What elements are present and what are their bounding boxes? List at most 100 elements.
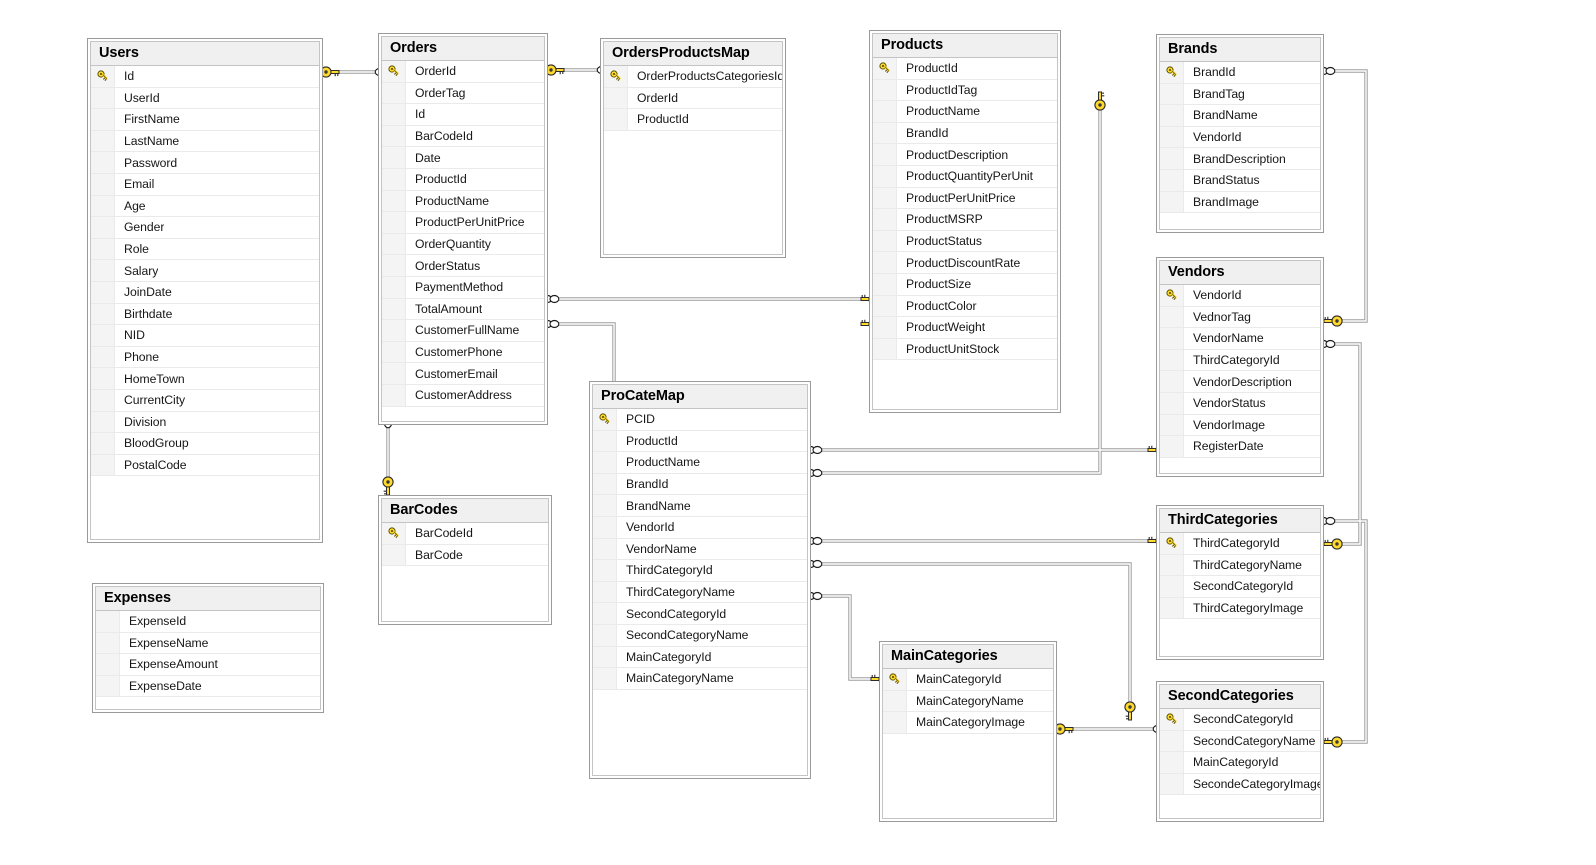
table-title[interactable]: OrdersProductsMap <box>604 42 782 66</box>
field-row[interactable]: BrandDescription <box>1160 148 1320 170</box>
table-title[interactable]: Orders <box>382 37 544 61</box>
field-row[interactable]: ProductName <box>593 452 807 474</box>
field-row[interactable]: ExpenseName <box>96 632 320 655</box>
field-row[interactable]: MainCategoryId <box>1160 752 1320 774</box>
field-row[interactable]: ThirdCategoryName <box>1160 554 1320 577</box>
table-title[interactable]: Vendors <box>1160 261 1320 285</box>
field-row[interactable]: Phone <box>91 346 319 369</box>
field-row[interactable]: ExpenseId <box>96 611 320 633</box>
field-row[interactable]: VendorId <box>1160 126 1320 149</box>
field-row[interactable]: OrderProductsCategoriesId <box>604 66 782 88</box>
table-products[interactable]: Products ProductId ProductIdTag ProductName… <box>869 30 1061 413</box>
table-title[interactable]: ProCateMap <box>593 385 807 409</box>
field-row[interactable]: BrandId <box>1160 62 1320 84</box>
field-row[interactable]: VendorId <box>593 516 807 539</box>
field-row[interactable]: Division <box>91 411 319 434</box>
field-row[interactable]: CurrentCity <box>91 389 319 412</box>
field-row[interactable]: OrderId <box>382 61 544 83</box>
field-row[interactable]: SecondeCategoryImage <box>1160 773 1320 796</box>
table-title[interactable]: Expenses <box>96 587 320 611</box>
field-row[interactable]: PCID <box>593 409 807 431</box>
field-row[interactable]: BrandId <box>593 473 807 496</box>
field-row[interactable]: LastName <box>91 130 319 153</box>
field-row[interactable]: NID <box>91 325 319 347</box>
field-row[interactable]: CustomerFullName <box>382 320 544 342</box>
field-row[interactable]: ExpenseDate <box>96 675 320 698</box>
field-row[interactable]: JoinDate <box>91 281 319 304</box>
table-vendors[interactable]: Vendors VendorId VednorTag VendorName ThirdC… <box>1156 257 1324 477</box>
field-row[interactable]: ProductId <box>604 109 782 131</box>
field-row[interactable]: OrderStatus <box>382 255 544 277</box>
field-row[interactable]: ThirdCategoryName <box>593 581 807 604</box>
table-title[interactable]: BarCodes <box>382 499 548 523</box>
field-row[interactable]: VendorName <box>1160 328 1320 350</box>
field-row[interactable]: ProductName <box>873 101 1057 123</box>
field-row[interactable]: TotalAmount <box>382 298 544 321</box>
field-row[interactable]: Id <box>382 104 544 126</box>
field-row[interactable]: MainCategoryName <box>593 668 807 690</box>
table-title[interactable]: Users <box>91 42 319 66</box>
table-brands[interactable]: Brands BrandId BrandTag BrandName VendorId Br… <box>1156 34 1324 233</box>
database-diagram-canvas[interactable]: Users Id UserId FirstName LastName Password Em… <box>0 0 1596 865</box>
table-title[interactable]: SecondCategories <box>1160 685 1320 709</box>
field-row[interactable]: ProductName <box>382 190 544 213</box>
field-row[interactable]: BrandImage <box>1160 191 1320 214</box>
table-orders[interactable]: Orders OrderId OrderTag Id BarCodeId Date Prod… <box>378 33 548 425</box>
table-expenses[interactable]: Expenses ExpenseId ExpenseName ExpenseAmoun… <box>92 583 324 713</box>
field-row[interactable]: BarCodeId <box>382 125 544 148</box>
field-row[interactable]: CustomerPhone <box>382 341 544 364</box>
field-row[interactable]: BrandId <box>873 122 1057 145</box>
field-row[interactable]: CustomerEmail <box>382 363 544 385</box>
field-row[interactable]: SecondCategoryId <box>1160 709 1320 731</box>
field-row[interactable]: VendorId <box>1160 285 1320 307</box>
field-row[interactable]: ThirdCategoryImage <box>1160 597 1320 620</box>
field-row[interactable]: ProductDiscountRate <box>873 252 1057 274</box>
field-row[interactable]: BloodGroup <box>91 433 319 455</box>
field-row[interactable]: ProductId <box>593 430 807 453</box>
field-row[interactable]: BarCode <box>382 544 548 567</box>
field-row[interactable]: HomeTown <box>91 368 319 390</box>
field-row[interactable]: BrandName <box>1160 105 1320 127</box>
field-row[interactable]: ProductDescription <box>873 144 1057 166</box>
field-row[interactable]: Salary <box>91 260 319 282</box>
field-row[interactable]: ProductMSRP <box>873 209 1057 231</box>
field-row[interactable]: BrandName <box>593 495 807 517</box>
field-row[interactable]: Date <box>382 147 544 169</box>
field-row[interactable]: OrderId <box>604 87 782 110</box>
field-row[interactable]: BarCodeId <box>382 523 548 545</box>
field-row[interactable]: SecondCategoryId <box>593 603 807 625</box>
field-row[interactable]: BrandTag <box>1160 83 1320 106</box>
table-procatemap[interactable]: ProCateMap PCID ProductId ProductName BrandI… <box>589 381 811 779</box>
field-row[interactable]: MainCategoryImage <box>883 712 1053 734</box>
field-row[interactable]: FirstName <box>91 109 319 131</box>
table-maincategories[interactable]: MainCategories MainCategoryId MainCategory… <box>879 641 1057 822</box>
field-row[interactable]: ProductQuantityPerUnit <box>873 165 1057 188</box>
field-row[interactable]: OrderTag <box>382 82 544 105</box>
field-row[interactable]: UserId <box>91 87 319 110</box>
field-row[interactable]: VendorStatus <box>1160 392 1320 415</box>
field-row[interactable]: VendorImage <box>1160 414 1320 437</box>
field-row[interactable]: Email <box>91 173 319 196</box>
table-secondcategories[interactable]: SecondCategories SecondCategoryId SecondCa… <box>1156 681 1324 822</box>
field-row[interactable]: ThirdCategoryId <box>1160 533 1320 555</box>
field-row[interactable]: Age <box>91 195 319 218</box>
field-row[interactable]: RegisterDate <box>1160 436 1320 458</box>
field-row[interactable]: Role <box>91 238 319 261</box>
field-row[interactable]: MainCategoryId <box>593 646 807 669</box>
field-row[interactable]: Gender <box>91 217 319 239</box>
field-row[interactable]: ProductStatus <box>873 230 1057 253</box>
field-row[interactable]: ProductIdTag <box>873 79 1057 102</box>
field-row[interactable]: ProductColor <box>873 295 1057 318</box>
table-title[interactable]: Products <box>873 34 1057 58</box>
field-row[interactable]: ProductUnitStock <box>873 338 1057 361</box>
field-row[interactable]: OrderQuantity <box>382 233 544 256</box>
field-row[interactable]: SecondCategoryId <box>1160 576 1320 598</box>
field-row[interactable]: ProductPerUnitPrice <box>382 212 544 234</box>
field-row[interactable]: VendorDescription <box>1160 371 1320 393</box>
field-row[interactable]: ProductSize <box>873 273 1057 296</box>
field-row[interactable]: ProductId <box>382 168 544 191</box>
table-thirdcategories[interactable]: ThirdCategories ThirdCategoryId ThirdCateg… <box>1156 505 1324 660</box>
table-title[interactable]: Brands <box>1160 38 1320 62</box>
field-row[interactable]: SecondCategoryName <box>593 624 807 647</box>
field-row[interactable]: ThirdCategoryId <box>593 560 807 582</box>
